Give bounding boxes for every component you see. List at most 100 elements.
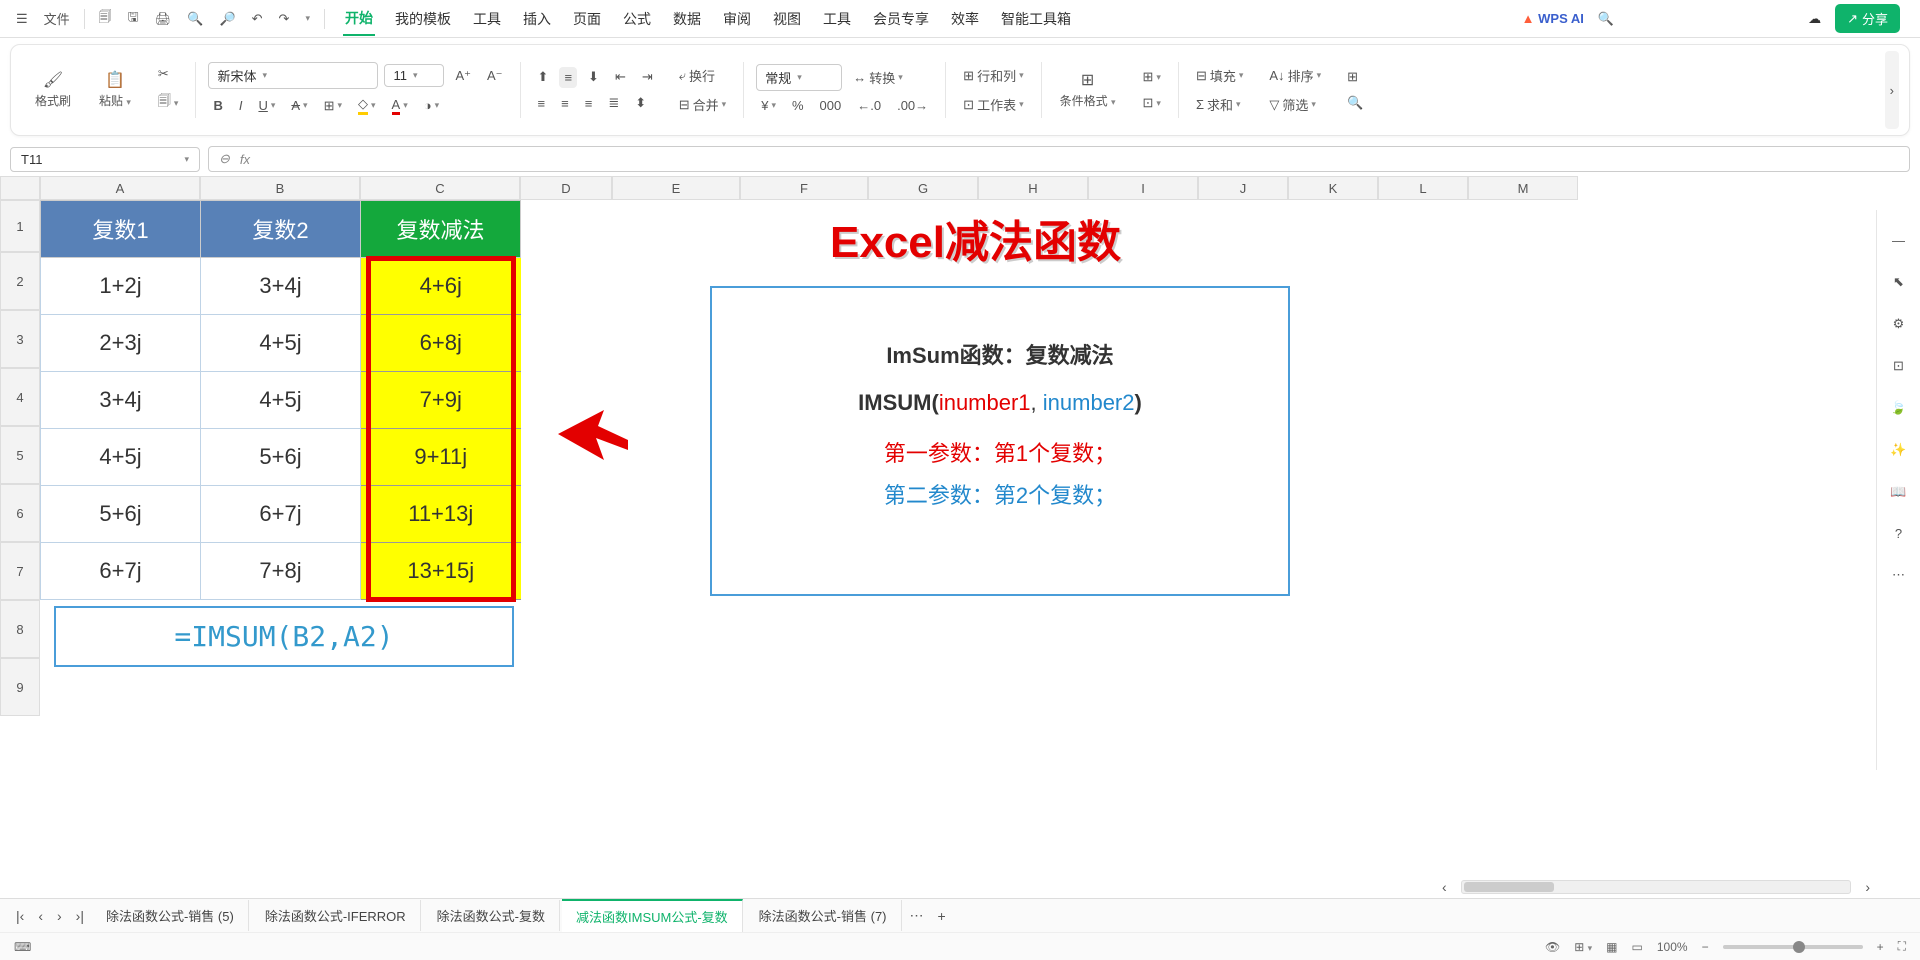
rail-leaf-icon[interactable]: 🍃 [1885, 397, 1911, 419]
name-box[interactable]: T11▾ [10, 147, 200, 172]
align-right-button[interactable]: ≡ [580, 93, 598, 114]
bold-button[interactable]: B [208, 95, 227, 116]
merge-button[interactable]: ⊟ 合并 ▾ [674, 92, 731, 117]
rail-settings-icon[interactable]: ⚙ [1888, 313, 1910, 335]
font-name-select[interactable]: 新宋体▾ [208, 62, 378, 89]
find-button[interactable]: ⊞ [1342, 66, 1363, 88]
sheet-tab-1[interactable]: 除法函数公式-IFERROR [251, 900, 421, 931]
row-header-8[interactable]: 8 [0, 600, 40, 658]
number-format-select[interactable]: 常规▾ [756, 64, 842, 91]
menu-view[interactable]: 视图 [771, 3, 803, 35]
col-header-I[interactable]: I [1088, 176, 1198, 200]
sheet-tab-3[interactable]: 减法函数IMSUM公式-复数 [562, 899, 743, 932]
sheet-tab-4[interactable]: 除法函数公式-销售 (7) [745, 900, 902, 931]
hamburger-icon[interactable]: ☰ [10, 7, 34, 31]
cell-r5-c0[interactable]: 4+5j [41, 429, 201, 486]
menu-page[interactable]: 页面 [571, 3, 603, 35]
orientation-button[interactable]: ⬍ [630, 92, 651, 114]
cell-r4-c0[interactable]: 3+4j [41, 372, 201, 429]
dec-decimal-button[interactable]: .00→ [892, 95, 933, 116]
cell-r4-c1[interactable]: 4+5j [201, 372, 361, 429]
zoom-in-button[interactable]: + [1877, 940, 1884, 954]
col-header-K[interactable]: K [1288, 176, 1378, 200]
inc-decimal-button[interactable]: ←.0 [852, 95, 886, 116]
paste-button[interactable]: 📋粘贴 ▾ [93, 67, 137, 113]
indent-inc-button[interactable]: ⇥ [637, 66, 658, 88]
align-left-button[interactable]: ≡ [533, 93, 551, 114]
horizontal-scrollbar[interactable]: ‹ › [1436, 870, 1876, 904]
tab-prev-button[interactable]: ‹ [32, 904, 49, 928]
preview-icon[interactable]: 🔍 [181, 7, 209, 31]
ribbon-expand-button[interactable]: › [1885, 51, 1899, 129]
col-header-A[interactable]: A [40, 176, 200, 200]
menu-data[interactable]: 数据 [671, 3, 703, 35]
align-bottom-button[interactable]: ⬇ [583, 66, 604, 88]
row-header-3[interactable]: 3 [0, 310, 40, 368]
wps-ai-label[interactable]: ▲ WPS AI [1522, 11, 1584, 26]
print-icon[interactable]: 🖨 [149, 7, 178, 31]
cell-r7-c1[interactable]: 7+8j [201, 543, 361, 600]
cancel-icon[interactable]: ⊖ [219, 151, 230, 167]
align-middle-button[interactable]: ≡ [559, 67, 577, 88]
view-layout-icon[interactable]: ⊞ ▾ [1574, 940, 1592, 954]
menu-start[interactable]: 开始 [343, 2, 375, 36]
filter-button[interactable]: ▽ 筛选 ▾ [1264, 92, 1326, 117]
cell-r6-c1[interactable]: 6+7j [201, 486, 361, 543]
comma-button[interactable]: 000 [815, 95, 847, 116]
col-header-L[interactable]: L [1378, 176, 1468, 200]
search-button[interactable]: 🔍 [1342, 92, 1368, 114]
format-painter-button[interactable]: 🖌格式刷 [29, 67, 77, 113]
fullscreen-icon[interactable]: ⛶ [1898, 939, 1906, 954]
strike-button[interactable]: A▾ [286, 95, 312, 116]
redo-icon[interactable]: ↷ [273, 7, 296, 31]
rowcol-button[interactable]: ⊞ 行和列 ▾ [958, 63, 1028, 88]
row-header-5[interactable]: 5 [0, 426, 40, 484]
view-normal-icon[interactable]: 👁 [1545, 940, 1560, 954]
currency-button[interactable]: ¥▾ [756, 95, 781, 116]
more-icon[interactable]: ▾ [299, 9, 316, 28]
select-all-corner[interactable] [0, 176, 40, 200]
col-header-B[interactable]: B [200, 176, 360, 200]
search-icon[interactable]: 🔍 [1598, 11, 1614, 27]
font-color-button[interactable]: A▾ [387, 94, 413, 118]
cloud-icon[interactable]: ☁ [1808, 11, 1821, 27]
percent-button[interactable]: % [787, 95, 809, 116]
zoom-value[interactable]: 100% [1657, 940, 1688, 954]
justify-button[interactable]: ≣ [603, 92, 624, 114]
worksheet-button[interactable]: ⊡ 工作表 ▾ [958, 92, 1028, 117]
menu-tools2[interactable]: 工具 [821, 3, 853, 35]
row-header-6[interactable]: 6 [0, 484, 40, 542]
col-header-G[interactable]: G [868, 176, 978, 200]
rail-screenshot-icon[interactable]: ⊡ [1888, 355, 1909, 377]
menu-smarttools[interactable]: 智能工具箱 [999, 3, 1073, 35]
row-header-1[interactable]: 1 [0, 200, 40, 252]
cond-format-button[interactable]: ⊞条件格式 ▾ [1054, 67, 1122, 113]
row-header-4[interactable]: 4 [0, 368, 40, 426]
menu-member[interactable]: 会员专享 [871, 3, 931, 35]
sheet-tab-2[interactable]: 除法函数公式-复数 [423, 900, 560, 931]
col-header-D[interactable]: D [520, 176, 612, 200]
menu-efficiency[interactable]: 效率 [949, 3, 981, 35]
align-center-button[interactable]: ≡ [556, 93, 574, 114]
row-header-2[interactable]: 2 [0, 252, 40, 310]
menu-insert[interactable]: 插入 [521, 3, 553, 35]
menu-formula[interactable]: 公式 [621, 3, 653, 35]
styles-button[interactable]: ⊞▾ [1138, 66, 1166, 88]
cell-r3-c1[interactable]: 4+5j [201, 315, 361, 372]
rail-select-icon[interactable]: ⬉ [1888, 271, 1909, 293]
formula-bar[interactable]: ⊖fx [208, 146, 1910, 172]
convert-button[interactable]: ↔ 转换 ▾ [848, 65, 908, 90]
tab-last-button[interactable]: ›| [70, 904, 90, 928]
fill-color-button[interactable]: ◇▾ [353, 93, 381, 118]
sum-button[interactable]: Σ 求和 ▾ [1191, 92, 1248, 117]
col-header-J[interactable]: J [1198, 176, 1288, 200]
cell-r6-c0[interactable]: 5+6j [41, 486, 201, 543]
sheet-tab-0[interactable]: 除法函数公式-销售 (5) [92, 900, 249, 931]
decrease-font-button[interactable]: A⁻ [482, 65, 508, 87]
cell-r2-c0[interactable]: 1+2j [41, 258, 201, 315]
undo-icon[interactable]: ↶ [246, 7, 269, 31]
cell-r7-c0[interactable]: 6+7j [41, 543, 201, 600]
clear-format-button[interactable]: ◑▾ [419, 95, 444, 116]
table-style-button[interactable]: ⊡▾ [1138, 92, 1166, 114]
border-button[interactable]: ⊞▾ [319, 95, 347, 117]
